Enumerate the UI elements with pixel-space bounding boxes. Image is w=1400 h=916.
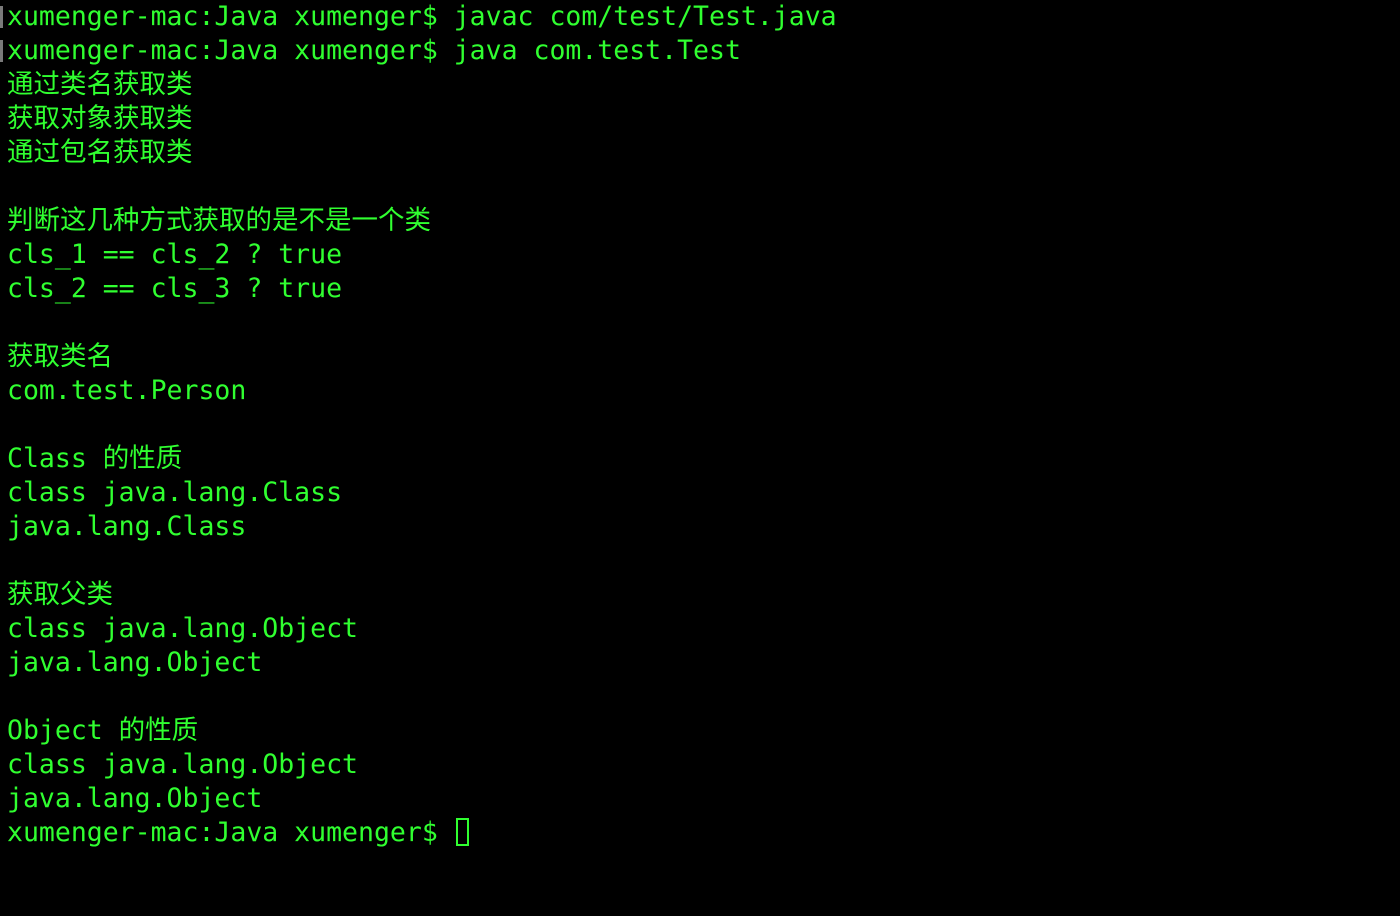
command-line: xumenger-mac:Java xumenger$ java com.tes… xyxy=(7,34,1400,68)
output-line: 判断这几种方式获取的是不是一个类 xyxy=(7,204,1400,238)
output-text: Class 的性质 xyxy=(7,443,183,474)
output-line: 通过类名获取类 xyxy=(7,68,1400,102)
output-text: 获取父类 xyxy=(7,579,113,610)
output-text: xumenger-mac:Java xumenger$ javac com/te… xyxy=(7,1,837,32)
prompt-line[interactable]: xumenger-mac:Java xumenger$ xyxy=(7,816,1400,850)
output-line: class java.lang.Object xyxy=(7,612,1400,646)
output-text: Object 的性质 xyxy=(7,715,199,746)
output-text: cls_2 == cls_3 ? true xyxy=(7,273,343,304)
output-text: java.lang.Object xyxy=(7,783,263,814)
output-text: class java.lang.Class xyxy=(7,477,343,508)
output-text: 获取对象获取类 xyxy=(7,103,193,134)
block-cursor-icon xyxy=(455,818,469,846)
output-text: 获取类名 xyxy=(7,341,113,372)
output-line: 获取父类 xyxy=(7,578,1400,612)
shell-prompt: xumenger-mac:Java xumenger$ xyxy=(7,817,454,848)
output-line: class java.lang.Class xyxy=(7,476,1400,510)
output-text: 通过类名获取类 xyxy=(7,69,193,100)
output-text: java.lang.Class xyxy=(7,511,247,542)
output-text: java.lang.Object xyxy=(7,647,263,678)
output-line: class java.lang.Object xyxy=(7,748,1400,782)
output-line: java.lang.Class xyxy=(7,510,1400,544)
output-text: com.test.Person xyxy=(7,375,247,406)
output-line: Class 的性质 xyxy=(7,442,1400,476)
output-line: 获取类名 xyxy=(7,340,1400,374)
output-line: java.lang.Object xyxy=(7,782,1400,816)
output-text: class java.lang.Object xyxy=(7,613,358,644)
output-line: 获取对象获取类 xyxy=(7,102,1400,136)
output-line: cls_1 == cls_2 ? true xyxy=(7,238,1400,272)
output-text: 判断这几种方式获取的是不是一个类 xyxy=(7,205,431,236)
output-line: Object 的性质 xyxy=(7,714,1400,748)
output-line: 通过包名获取类 xyxy=(7,136,1400,170)
output-line: cls_2 == cls_3 ? true xyxy=(7,272,1400,306)
output-text: class java.lang.Object xyxy=(7,749,358,780)
output-text: 通过包名获取类 xyxy=(7,137,193,168)
mark-indicator xyxy=(0,6,3,28)
command-line: xumenger-mac:Java xumenger$ javac com/te… xyxy=(7,0,1400,34)
output-text: xumenger-mac:Java xumenger$ java com.tes… xyxy=(7,35,741,66)
terminal-window[interactable]: xumenger-mac:Java xumenger$ javac com/te… xyxy=(0,0,1400,916)
output-text: cls_1 == cls_2 ? true xyxy=(7,239,343,270)
mark-indicator xyxy=(0,40,3,62)
output-line: com.test.Person xyxy=(7,374,1400,408)
output-line: java.lang.Object xyxy=(7,646,1400,680)
